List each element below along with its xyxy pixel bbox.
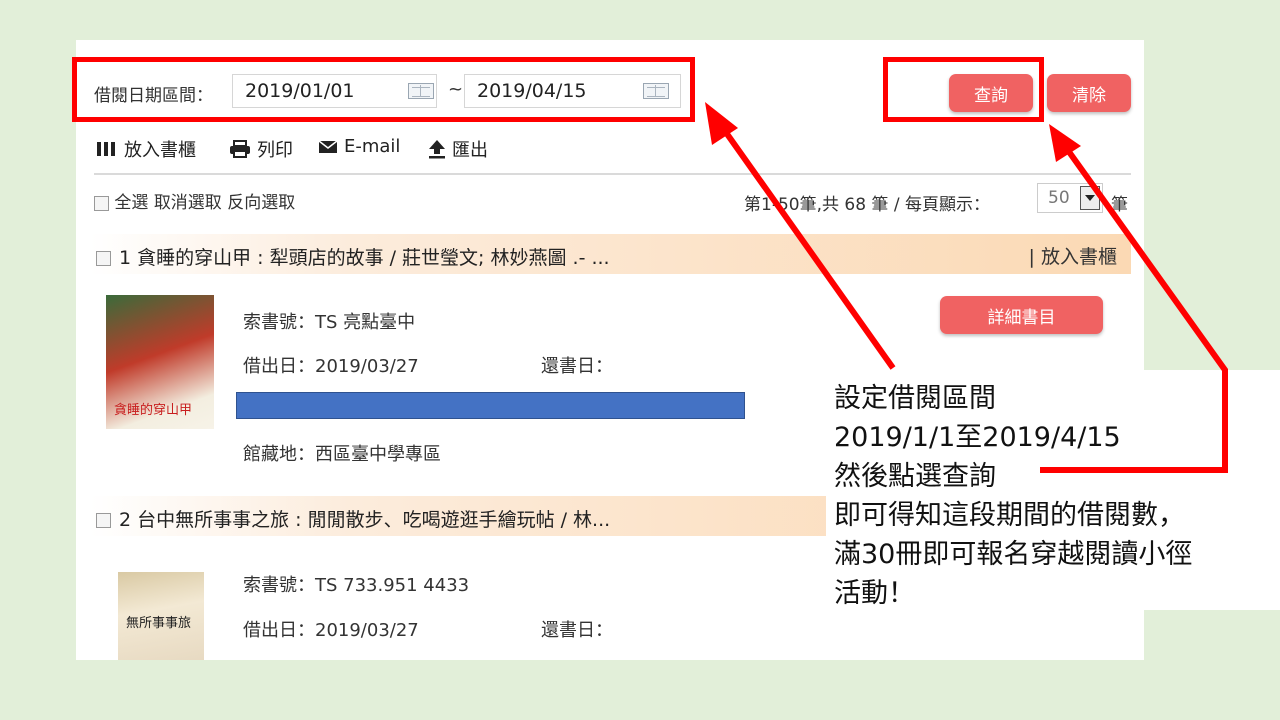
- arrow-to-date-range: [717, 122, 896, 370]
- arrow-to-query-button: [1040, 140, 1228, 473]
- arrowhead-icon: [1049, 124, 1081, 162]
- annotation-arrows: [705, 102, 1228, 473]
